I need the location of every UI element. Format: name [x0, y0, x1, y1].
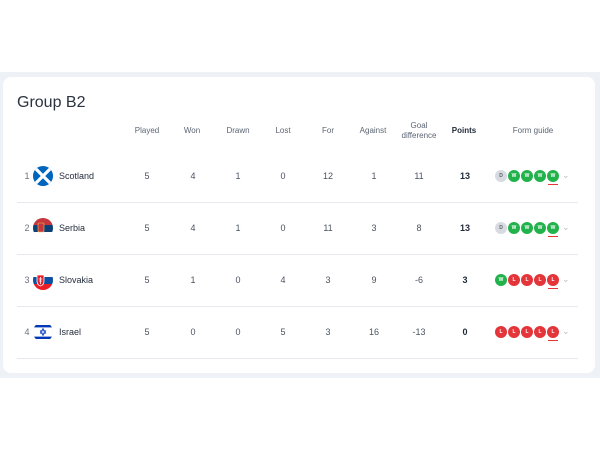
stat-lost: 4 [280, 275, 286, 285]
form-result-badge: L [495, 326, 507, 338]
form-result-badge: W [521, 170, 533, 182]
stat-points: 13 [459, 223, 470, 233]
form-guide: DWWWW [495, 221, 559, 237]
form-guide: WLLLL [495, 273, 559, 289]
chevron-down-icon[interactable]: ⌄ [562, 170, 572, 180]
header-points: Points [451, 126, 477, 135]
stat-played: 5 [144, 275, 150, 285]
stat-points: 3 [462, 275, 468, 285]
scotland-flag-icon [33, 166, 53, 186]
stat-drawn: 0 [235, 275, 241, 285]
form-result-badge: L [521, 274, 533, 286]
form-result-badge: W [508, 170, 520, 182]
form-result-badge: W [495, 274, 507, 286]
stat-for: 3 [325, 327, 331, 337]
stat-lost: 0 [280, 223, 286, 233]
stat-gd: 11 [414, 171, 424, 181]
stat-for: 12 [322, 171, 333, 181]
stat-played: 5 [144, 223, 150, 233]
israel-flag-icon [33, 322, 53, 342]
form-result-badge: W [547, 170, 559, 185]
stat-played: 5 [144, 171, 150, 181]
stat-against: 9 [371, 275, 377, 285]
table-row[interactable]: 4 Israel 5 0 0 5 3 16 -13 0 L L L L L ⌄ [17, 306, 578, 359]
stat-against: 3 [371, 223, 377, 233]
form-result-badge: L [534, 326, 546, 338]
stat-drawn: 1 [235, 223, 241, 233]
form-guide: LLLLL [495, 325, 559, 341]
slovakia-flag-icon [33, 270, 53, 290]
chevron-down-icon[interactable]: ⌄ [562, 222, 572, 232]
table-row[interactable]: 3 Slovakia 5 1 0 4 3 9 -6 3 W L L L L ⌄ [17, 254, 578, 307]
stat-against: 16 [368, 327, 379, 337]
stat-gd: -13 [412, 327, 426, 337]
chevron-down-icon[interactable]: ⌄ [562, 274, 572, 284]
stat-gd: -6 [414, 275, 423, 285]
stat-won: 4 [190, 171, 196, 181]
stat-gd: 8 [416, 223, 422, 233]
form-result-badge: L [547, 274, 559, 289]
form-result-badge: W [534, 170, 546, 182]
form-result-badge: L [508, 274, 520, 286]
form-result-badge: L [534, 274, 546, 286]
stat-lost: 5 [280, 327, 286, 337]
stat-points: 13 [459, 171, 470, 181]
table-row[interactable]: 1 Scotland 5 4 1 0 12 1 11 13 D W W W W ⌄ [17, 150, 578, 203]
stat-won: 0 [190, 327, 196, 337]
stat-points: 0 [462, 327, 468, 337]
form-result-badge: W [521, 222, 533, 234]
form-guide: DWWWW [495, 169, 559, 185]
form-result-badge: W [534, 222, 546, 234]
stat-drawn: 1 [235, 171, 241, 181]
stat-drawn: 0 [235, 327, 241, 337]
serbia-flag-icon [33, 218, 53, 238]
form-result-badge: D [495, 170, 507, 182]
stat-for: 3 [325, 275, 331, 285]
header-form-guide: Form guide [512, 126, 554, 135]
form-result-badge: W [508, 222, 520, 234]
stat-lost: 0 [280, 171, 286, 181]
group-title: Group B2 [17, 94, 86, 111]
stat-won: 4 [190, 223, 196, 233]
table-row[interactable]: 2 Serbia 5 4 1 0 11 3 8 13 D W W W W ⌄ [17, 202, 578, 255]
stat-for: 11 [323, 223, 333, 233]
stat-won: 1 [190, 275, 196, 285]
form-result-badge: L [508, 326, 520, 338]
form-result-badge: L [547, 326, 559, 341]
form-result-badge: L [521, 326, 533, 338]
stat-played: 5 [144, 327, 150, 337]
form-result-badge: W [547, 222, 559, 237]
stat-against: 1 [371, 171, 377, 181]
form-result-badge: D [495, 222, 507, 234]
chevron-down-icon[interactable]: ⌄ [562, 326, 572, 336]
